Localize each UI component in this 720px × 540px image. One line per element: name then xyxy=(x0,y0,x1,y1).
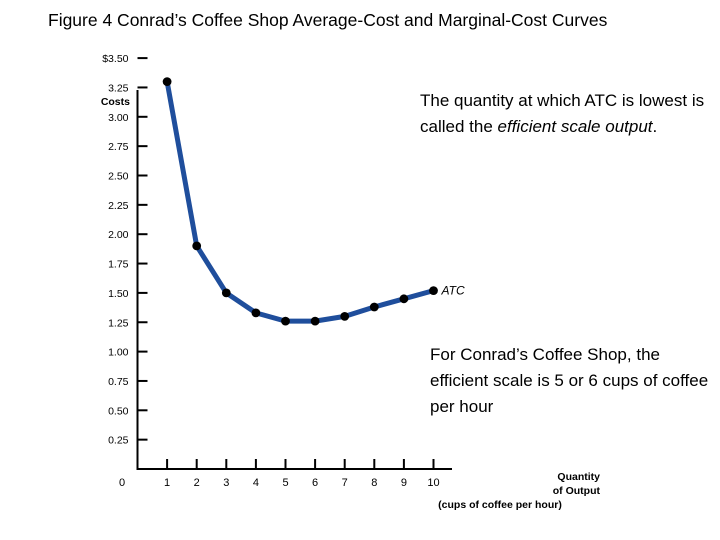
cost-curve-chart: 0.25 0.50 0.75 1.00 1.25 1.50 1.75 2.00 2.25 2.50… xyxy=(0,0,600,540)
y-axis-title: Costs xyxy=(101,96,130,108)
y-tick-label: 1.50 xyxy=(108,288,129,300)
y-tick-label: $3.50 xyxy=(102,53,128,65)
y-tick-label: 0.50 xyxy=(108,405,129,417)
data-point-marker xyxy=(340,312,350,321)
atc-curve-line xyxy=(164,79,436,324)
data-point-marker xyxy=(281,316,290,326)
x-tick-label: 4 xyxy=(253,477,259,489)
callout-top-line1: The quantity at which ATC xyxy=(420,91,618,110)
callout-top-line3-tail: . xyxy=(652,117,658,136)
y-axis-ticks: 0.25 0.50 0.75 1.00 1.25 1.50 1.75 2.00 2.25 2.50… xyxy=(102,53,148,447)
data-point-marker xyxy=(192,241,202,251)
origin-label: 0 xyxy=(119,477,125,489)
callout-top-line3-emphasis: efficient scale output xyxy=(497,117,653,136)
data-point-marker xyxy=(429,286,438,295)
x-axis-ticks: 1 2 3 4 5 6 7 8 9 10 xyxy=(164,459,440,489)
y-tick-label: 1.75 xyxy=(108,259,129,271)
callout-efficient-scale-definition: The quantity at which ATC is lowest is c… xyxy=(420,88,716,140)
x-tick-label: 3 xyxy=(223,477,229,489)
x-tick-label: 8 xyxy=(371,477,377,489)
callout-bottom-line1: For Conrad’s Coffee Shop, xyxy=(430,345,632,364)
data-point-marker xyxy=(162,77,172,86)
y-tick-label: 2.75 xyxy=(108,141,129,153)
data-point-marker xyxy=(399,294,409,304)
x-axis-title-line3: (cups of coffee per hour) xyxy=(438,499,562,511)
chart-canvas: 0.25 0.50 0.75 1.00 1.25 1.50 1.75 2.00 2.25 2.50… xyxy=(101,53,465,489)
y-tick-label: 2.25 xyxy=(108,200,129,212)
y-tick-label: 1.25 xyxy=(108,317,129,329)
x-tick-label: 7 xyxy=(342,477,348,489)
atc-data-points xyxy=(162,77,438,326)
x-tick-label: 1 xyxy=(164,477,170,489)
callout-conrads-efficient-scale: For Conrad’s Coffee Shop, the efficient … xyxy=(430,342,716,420)
y-tick-label: 1.00 xyxy=(108,347,129,359)
y-tick-label: 2.50 xyxy=(108,171,129,183)
x-tick-label: 6 xyxy=(312,477,318,489)
y-tick-label: 0.75 xyxy=(108,376,129,388)
y-tick-label: 3.25 xyxy=(108,82,129,94)
x-axis-caption: Quantity of Output (cups of coffee per h… xyxy=(400,470,600,512)
y-tick-label: 0.25 xyxy=(108,435,129,447)
data-point-marker xyxy=(310,316,320,326)
data-point-marker xyxy=(369,302,379,312)
x-tick-label: 2 xyxy=(194,477,200,489)
x-axis-title-line2: of Output xyxy=(552,485,600,497)
data-point-marker xyxy=(221,288,231,298)
y-tick-label: 2.00 xyxy=(108,229,129,241)
atc-curve-label: ATC xyxy=(441,284,465,298)
data-point-marker xyxy=(251,308,261,318)
x-tick-label: 5 xyxy=(282,477,288,489)
x-axis-title-line1: Quantity xyxy=(557,471,600,483)
y-tick-label: 3.00 xyxy=(108,112,129,124)
